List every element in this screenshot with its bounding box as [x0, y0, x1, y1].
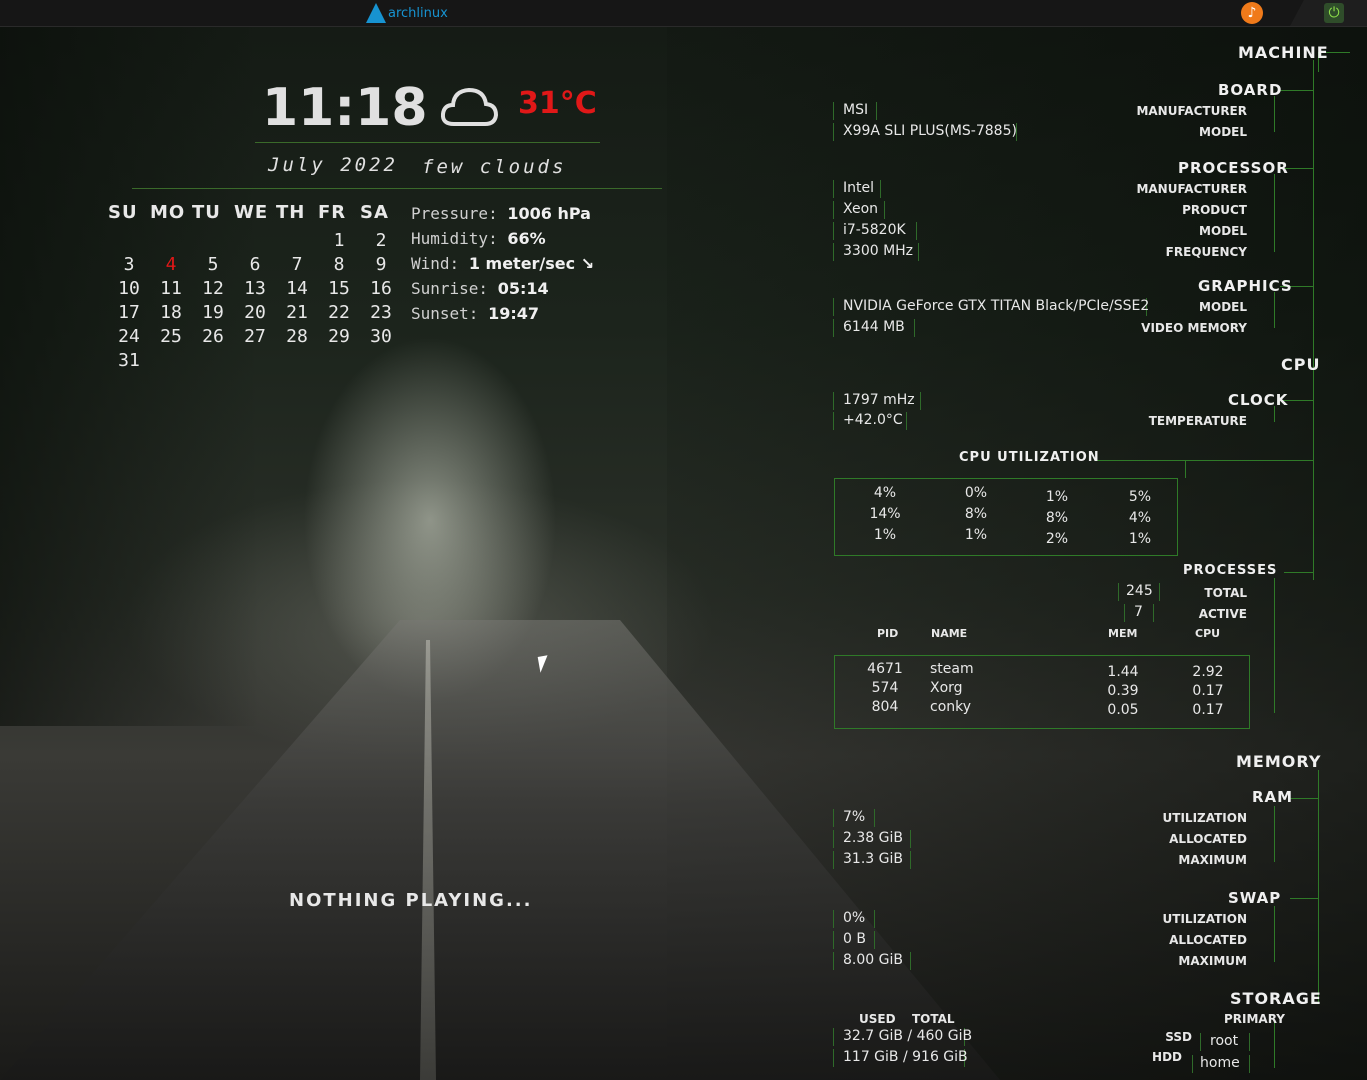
calendar-day [150, 350, 192, 374]
wind-value: 1 meter/sec ↘ [468, 254, 595, 273]
calendar-day: 7 [291, 254, 303, 275]
calendar-week-row: 17 18 19 20 21 22 23 [108, 302, 402, 326]
pressure-label: Pressure: [411, 204, 498, 223]
calendar-day [318, 350, 360, 374]
sunset-value: 19:47 [488, 304, 540, 323]
calendar-day: 14 [286, 278, 308, 299]
divider [255, 142, 600, 143]
weekday-label: TU [192, 202, 221, 223]
calendar-day: 30 [370, 326, 392, 347]
calendar-day: 17 [118, 302, 140, 323]
calendar-grid: 1 2 3 4 5 6 7 8 9 10 11 12 13 14 15 16 17 18 19 20 21 22 23 24 2… [108, 230, 402, 374]
calendar-week-row: 24 25 26 27 28 29 30 [108, 326, 402, 350]
sunrise-value: 05:14 [497, 279, 549, 298]
calendar-day [234, 350, 276, 374]
cloud-icon [440, 87, 498, 126]
calendar-day: 31 [118, 350, 140, 371]
calendar-day-today: 4 [165, 254, 177, 275]
weekday-label: MO [150, 202, 186, 223]
calendar-week-row: 10 11 12 13 14 15 16 [108, 278, 402, 302]
calendar-day: 16 [370, 278, 392, 299]
calendar-day: 1 [333, 230, 345, 251]
calendar-day: 27 [244, 326, 266, 347]
calendar-day: 18 [160, 302, 182, 323]
calendar-week-row: 31 [108, 350, 402, 374]
weekday-label: TH [276, 202, 306, 223]
weather-details: Pressure: 1006 hPa Humidity: 66% Wind: 1… [411, 204, 594, 329]
calendar-day: 24 [118, 326, 140, 347]
calendar-day: 21 [286, 302, 308, 323]
weekday-label: SU [108, 202, 138, 223]
weekday-label: WE [234, 202, 269, 223]
calendar-day: 29 [328, 326, 350, 347]
calendar-day: 3 [123, 254, 135, 275]
arch-icon [366, 3, 386, 23]
calendar-day: 13 [244, 278, 266, 299]
calendar-day: 9 [375, 254, 387, 275]
humidity-label: Humidity: [411, 229, 498, 248]
power-icon[interactable]: ⏻ [1324, 3, 1344, 23]
calendar-day: 5 [207, 254, 219, 275]
calendar-day [276, 350, 318, 374]
calendar-day: 8 [333, 254, 345, 275]
now-playing-status: NOTHING PLAYING... [289, 890, 533, 911]
calendar-day: 10 [118, 278, 140, 299]
wallpaper-forest-left [0, 26, 260, 726]
temperature: 31°C [518, 86, 597, 121]
calendar-day: 11 [160, 278, 182, 299]
weather-description: few clouds [422, 156, 567, 178]
pressure-value: 1006 hPa [507, 204, 591, 223]
calendar-day: 15 [328, 278, 350, 299]
arch-linux-logo[interactable]: archlinux [366, 2, 448, 24]
calendar-day [108, 230, 150, 254]
calendar-day: 26 [202, 326, 224, 347]
calendar-day: 22 [328, 302, 350, 323]
calendar-day: 28 [286, 326, 308, 347]
top-panel: archlinux ♪ ⏻ [0, 0, 1367, 27]
clock-time: 11:18 [262, 78, 428, 138]
wind-label: Wind: [411, 254, 460, 273]
calendar-day: 19 [202, 302, 224, 323]
divider [132, 188, 662, 189]
calendar-day [360, 350, 402, 374]
weekday-label: SA [360, 202, 389, 223]
calendar-day [276, 230, 318, 254]
humidity-value: 66% [507, 229, 546, 248]
calendar-day [192, 230, 234, 254]
sunset-label: Sunset: [411, 304, 479, 323]
sunrise-label: Sunrise: [411, 279, 489, 298]
weekday-label: FR [318, 202, 347, 223]
calendar-weekdays: SU MO TU WE TH FR SA [108, 202, 402, 223]
calendar-day [234, 230, 276, 254]
month-year: July 2022 [268, 154, 398, 176]
calendar-day [192, 350, 234, 374]
calendar-day [150, 230, 192, 254]
calendar-day: 2 [375, 230, 387, 251]
calendar-day: 12 [202, 278, 224, 299]
calendar-day: 23 [370, 302, 392, 323]
arch-logo-text: archlinux [388, 5, 448, 21]
calendar-week-row: 12 [108, 230, 402, 254]
calendar-day: 6 [249, 254, 261, 275]
calendar-day: 20 [244, 302, 266, 323]
music-player-icon[interactable]: ♪ [1241, 2, 1263, 24]
calendar-day: 25 [160, 326, 182, 347]
calendar-week-row: 3 4 5 6 7 8 9 [108, 254, 402, 278]
